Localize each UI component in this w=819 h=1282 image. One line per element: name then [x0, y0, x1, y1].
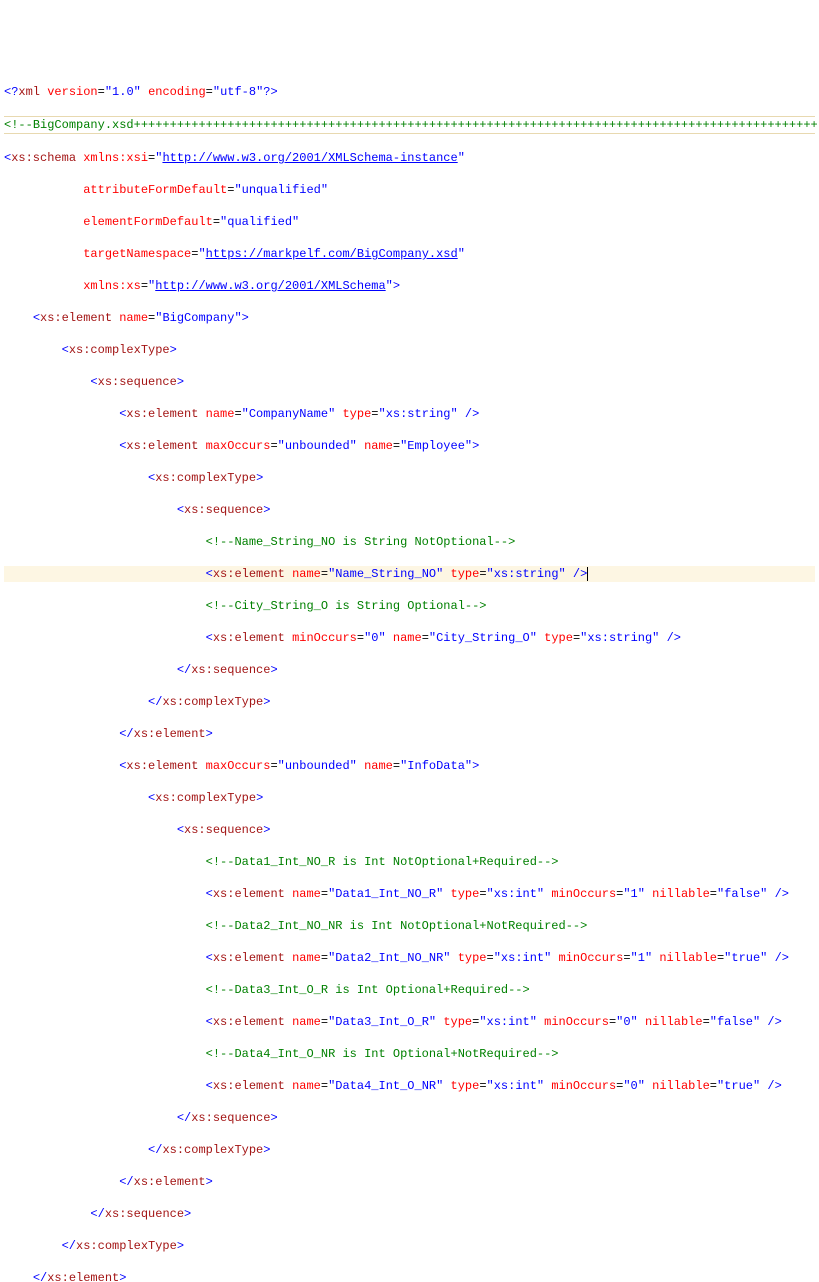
code-block: <?xml version="1.0" encoding="utf-8"?> <… — [4, 68, 815, 1282]
line: attributeFormDefault="unqualified" — [4, 182, 815, 198]
line: <xs:element name="Data2_Int_NO_NR" type=… — [4, 950, 815, 966]
line: <!--Data4_Int_O_NR is Int Optional+NotRe… — [4, 1046, 815, 1062]
line: <xs:element maxOccurs="unbounded" name="… — [4, 438, 815, 454]
line: </xs:sequence> — [4, 1206, 815, 1222]
line: elementFormDefault="qualified" — [4, 214, 815, 230]
line: <!--Data1_Int_NO_R is Int NotOptional+Re… — [4, 854, 815, 870]
line: </xs:element> — [4, 726, 815, 742]
line: <xs:sequence> — [4, 374, 815, 390]
line: <xs:element minOccurs="0" name="City_Str… — [4, 630, 815, 646]
line: <xs:element name="Data3_Int_O_R" type="x… — [4, 1014, 815, 1030]
line: <xs:sequence> — [4, 502, 815, 518]
line: <!--Data2_Int_NO_NR is Int NotOptional+N… — [4, 918, 815, 934]
line: <xs:element name="BigCompany"> — [4, 310, 815, 326]
line: </xs:complexType> — [4, 1142, 815, 1158]
line: <xs:element name="Data4_Int_O_NR" type="… — [4, 1078, 815, 1094]
line: <!--Name_String_NO is String NotOptional… — [4, 534, 815, 550]
line: <xs:complexType> — [4, 470, 815, 486]
line: <!--City_String_O is String Optional--> — [4, 598, 815, 614]
line: <xs:complexType> — [4, 342, 815, 358]
line: <xs:element maxOccurs="unbounded" name="… — [4, 758, 815, 774]
line: xmlns:xs="http://www.w3.org/2001/XMLSche… — [4, 278, 815, 294]
line: </xs:element> — [4, 1270, 815, 1282]
line: <!--Data3_Int_O_R is Int Optional+Requir… — [4, 982, 815, 998]
highlighted-line: <xs:element name="Name_String_NO" type="… — [4, 566, 815, 582]
line: <xs:element name="CompanyName" type="xs:… — [4, 406, 815, 422]
line: </xs:complexType> — [4, 694, 815, 710]
line: </xs:complexType> — [4, 1238, 815, 1254]
cursor-icon — [587, 567, 588, 581]
line: <xs:element name="Data1_Int_NO_R" type="… — [4, 886, 815, 902]
line: </xs:sequence> — [4, 662, 815, 678]
line: <?xml version="1.0" encoding="utf-8"?> — [4, 84, 815, 100]
line: </xs:element> — [4, 1174, 815, 1190]
line: <!--BigCompany.xsd++++++++++++++++++++++… — [4, 116, 815, 134]
line: <xs:schema xmlns:xsi="http://www.w3.org/… — [4, 150, 815, 166]
line: </xs:sequence> — [4, 1110, 815, 1126]
line: targetNamespace="https://markpelf.com/Bi… — [4, 246, 815, 262]
line: <xs:complexType> — [4, 790, 815, 806]
line: <xs:sequence> — [4, 822, 815, 838]
